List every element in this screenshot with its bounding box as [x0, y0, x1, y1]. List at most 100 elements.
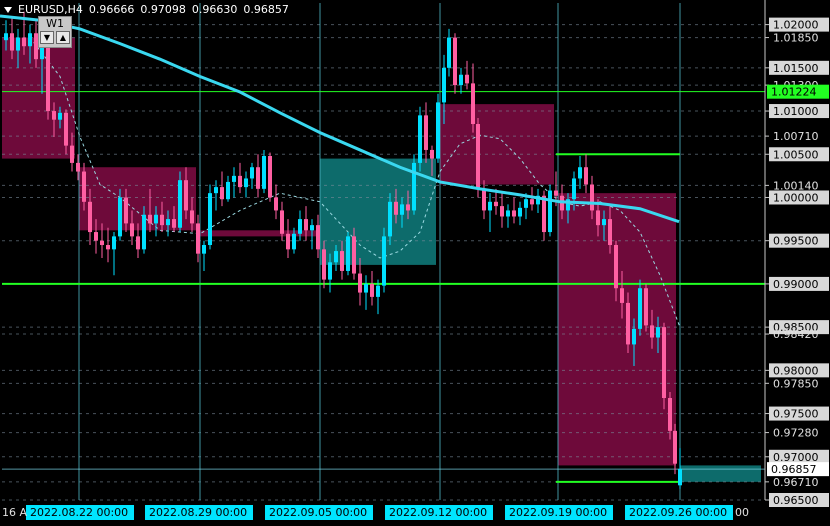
candle-body [52, 111, 56, 120]
candle-body [364, 283, 368, 293]
price-label: 1.00710 [773, 130, 819, 143]
symbol-label: EURUSD,H4 [18, 3, 83, 16]
candle-body [500, 206, 504, 217]
candle-body [494, 201, 498, 207]
candle-body [572, 178, 576, 200]
low-value: 0.96630 [191, 3, 238, 16]
candle-body [626, 302, 630, 345]
candle-body [656, 327, 660, 338]
candle-body [40, 46, 44, 60]
candle-body [274, 197, 278, 211]
close-value: 0.96857 [243, 3, 289, 16]
price-label: 0.96500 [773, 494, 819, 507]
candle-body [316, 225, 320, 250]
candle-body [578, 167, 582, 179]
candle-body [28, 33, 32, 47]
price-chart[interactable]: 1.020001.018501.015001.013001.010001.007… [0, 0, 830, 526]
price-label: 0.99000 [773, 278, 819, 291]
candle-body [256, 167, 260, 189]
date-label: 2022.09.05 00:00 [269, 506, 367, 519]
candle-body [148, 214, 152, 224]
candle-body [388, 201, 392, 237]
candle-body [530, 199, 534, 205]
candle-body [160, 214, 164, 226]
date-label: 2022.08.29 00:00 [149, 506, 247, 519]
candle-body [130, 223, 134, 237]
weekly-box [440, 104, 554, 185]
candle-body [82, 171, 86, 202]
price-label: 0.99500 [773, 235, 819, 248]
price-label: 0.97500 [773, 408, 819, 421]
price-label: 0.97850 [773, 377, 819, 390]
candle-body [142, 214, 146, 250]
date-edge-label: 16 A [2, 506, 27, 519]
candle-body [250, 167, 254, 179]
candle-body [436, 102, 440, 159]
candle-body [644, 288, 648, 326]
candle-body [196, 223, 200, 254]
candle-body [64, 112, 68, 146]
candle-body [602, 219, 606, 226]
date-label: 2022.09.19 00:00 [509, 506, 607, 519]
price-label: 0.96710 [773, 476, 819, 489]
candle-body [232, 175, 236, 182]
candle-body [632, 328, 636, 345]
timeframe-widget[interactable]: W1 ▼ ▲ [38, 16, 72, 48]
price-label: 1.02000 [773, 19, 819, 32]
candle-body [476, 124, 480, 189]
candle-body [506, 210, 510, 217]
high-value: 0.97098 [140, 3, 186, 16]
chart-header: EURUSD,H4 0.96666 0.97098 0.96630 0.96857 [4, 3, 295, 16]
candle-body [512, 210, 516, 217]
candle-body [112, 236, 116, 250]
price-label: 1.00500 [773, 148, 819, 161]
dropdown-triangle-icon[interactable] [4, 7, 12, 13]
candle-body [590, 184, 594, 211]
candle-body [542, 195, 546, 233]
candle-body [190, 210, 194, 224]
candle-body [22, 37, 26, 47]
candle-body [453, 37, 457, 86]
chart-area[interactable]: 1.020001.018501.015001.013001.010001.007… [0, 0, 830, 526]
candle-body [298, 219, 302, 234]
candle-body [678, 468, 682, 486]
candle-body [328, 262, 332, 280]
candle-body [340, 251, 344, 271]
candle-body [554, 190, 558, 196]
candle-body [614, 245, 618, 289]
candle-body [238, 175, 242, 188]
date-label: 2022.09.12 00:00 [389, 506, 487, 519]
candle-body [118, 197, 122, 237]
candle-body [370, 283, 374, 297]
candle-body [608, 219, 612, 246]
candle-body [488, 201, 492, 211]
price-label: 1.01500 [773, 62, 819, 75]
candle-body [280, 210, 284, 234]
price-label: 0.97000 [773, 451, 819, 464]
candle-body [100, 240, 104, 246]
open-value: 0.96666 [88, 3, 135, 16]
candle-body [4, 33, 8, 41]
price-label: 1.01000 [773, 105, 819, 118]
candle-body [352, 236, 356, 274]
candle-body [88, 201, 92, 233]
arrow-down-icon[interactable]: ▼ [40, 31, 54, 44]
candle-body [447, 37, 451, 68]
price-label: 0.97280 [773, 427, 819, 440]
candle-body [662, 327, 666, 399]
candle-body [465, 74, 469, 84]
arrow-up-icon[interactable]: ▲ [56, 31, 70, 44]
candle-body [220, 187, 224, 200]
candle-body [244, 178, 248, 188]
candle-body [10, 33, 14, 51]
candle-body [154, 214, 158, 224]
candle-body [471, 83, 475, 125]
candle-body [376, 285, 380, 297]
candle-body [382, 236, 386, 286]
date-label: 2022.09.26 00:00 [629, 506, 727, 519]
candle-body [124, 197, 128, 224]
candle-body [394, 201, 398, 215]
candle-body [178, 180, 182, 228]
candle-body [424, 115, 428, 150]
timeframe-label: W1 [46, 17, 64, 30]
